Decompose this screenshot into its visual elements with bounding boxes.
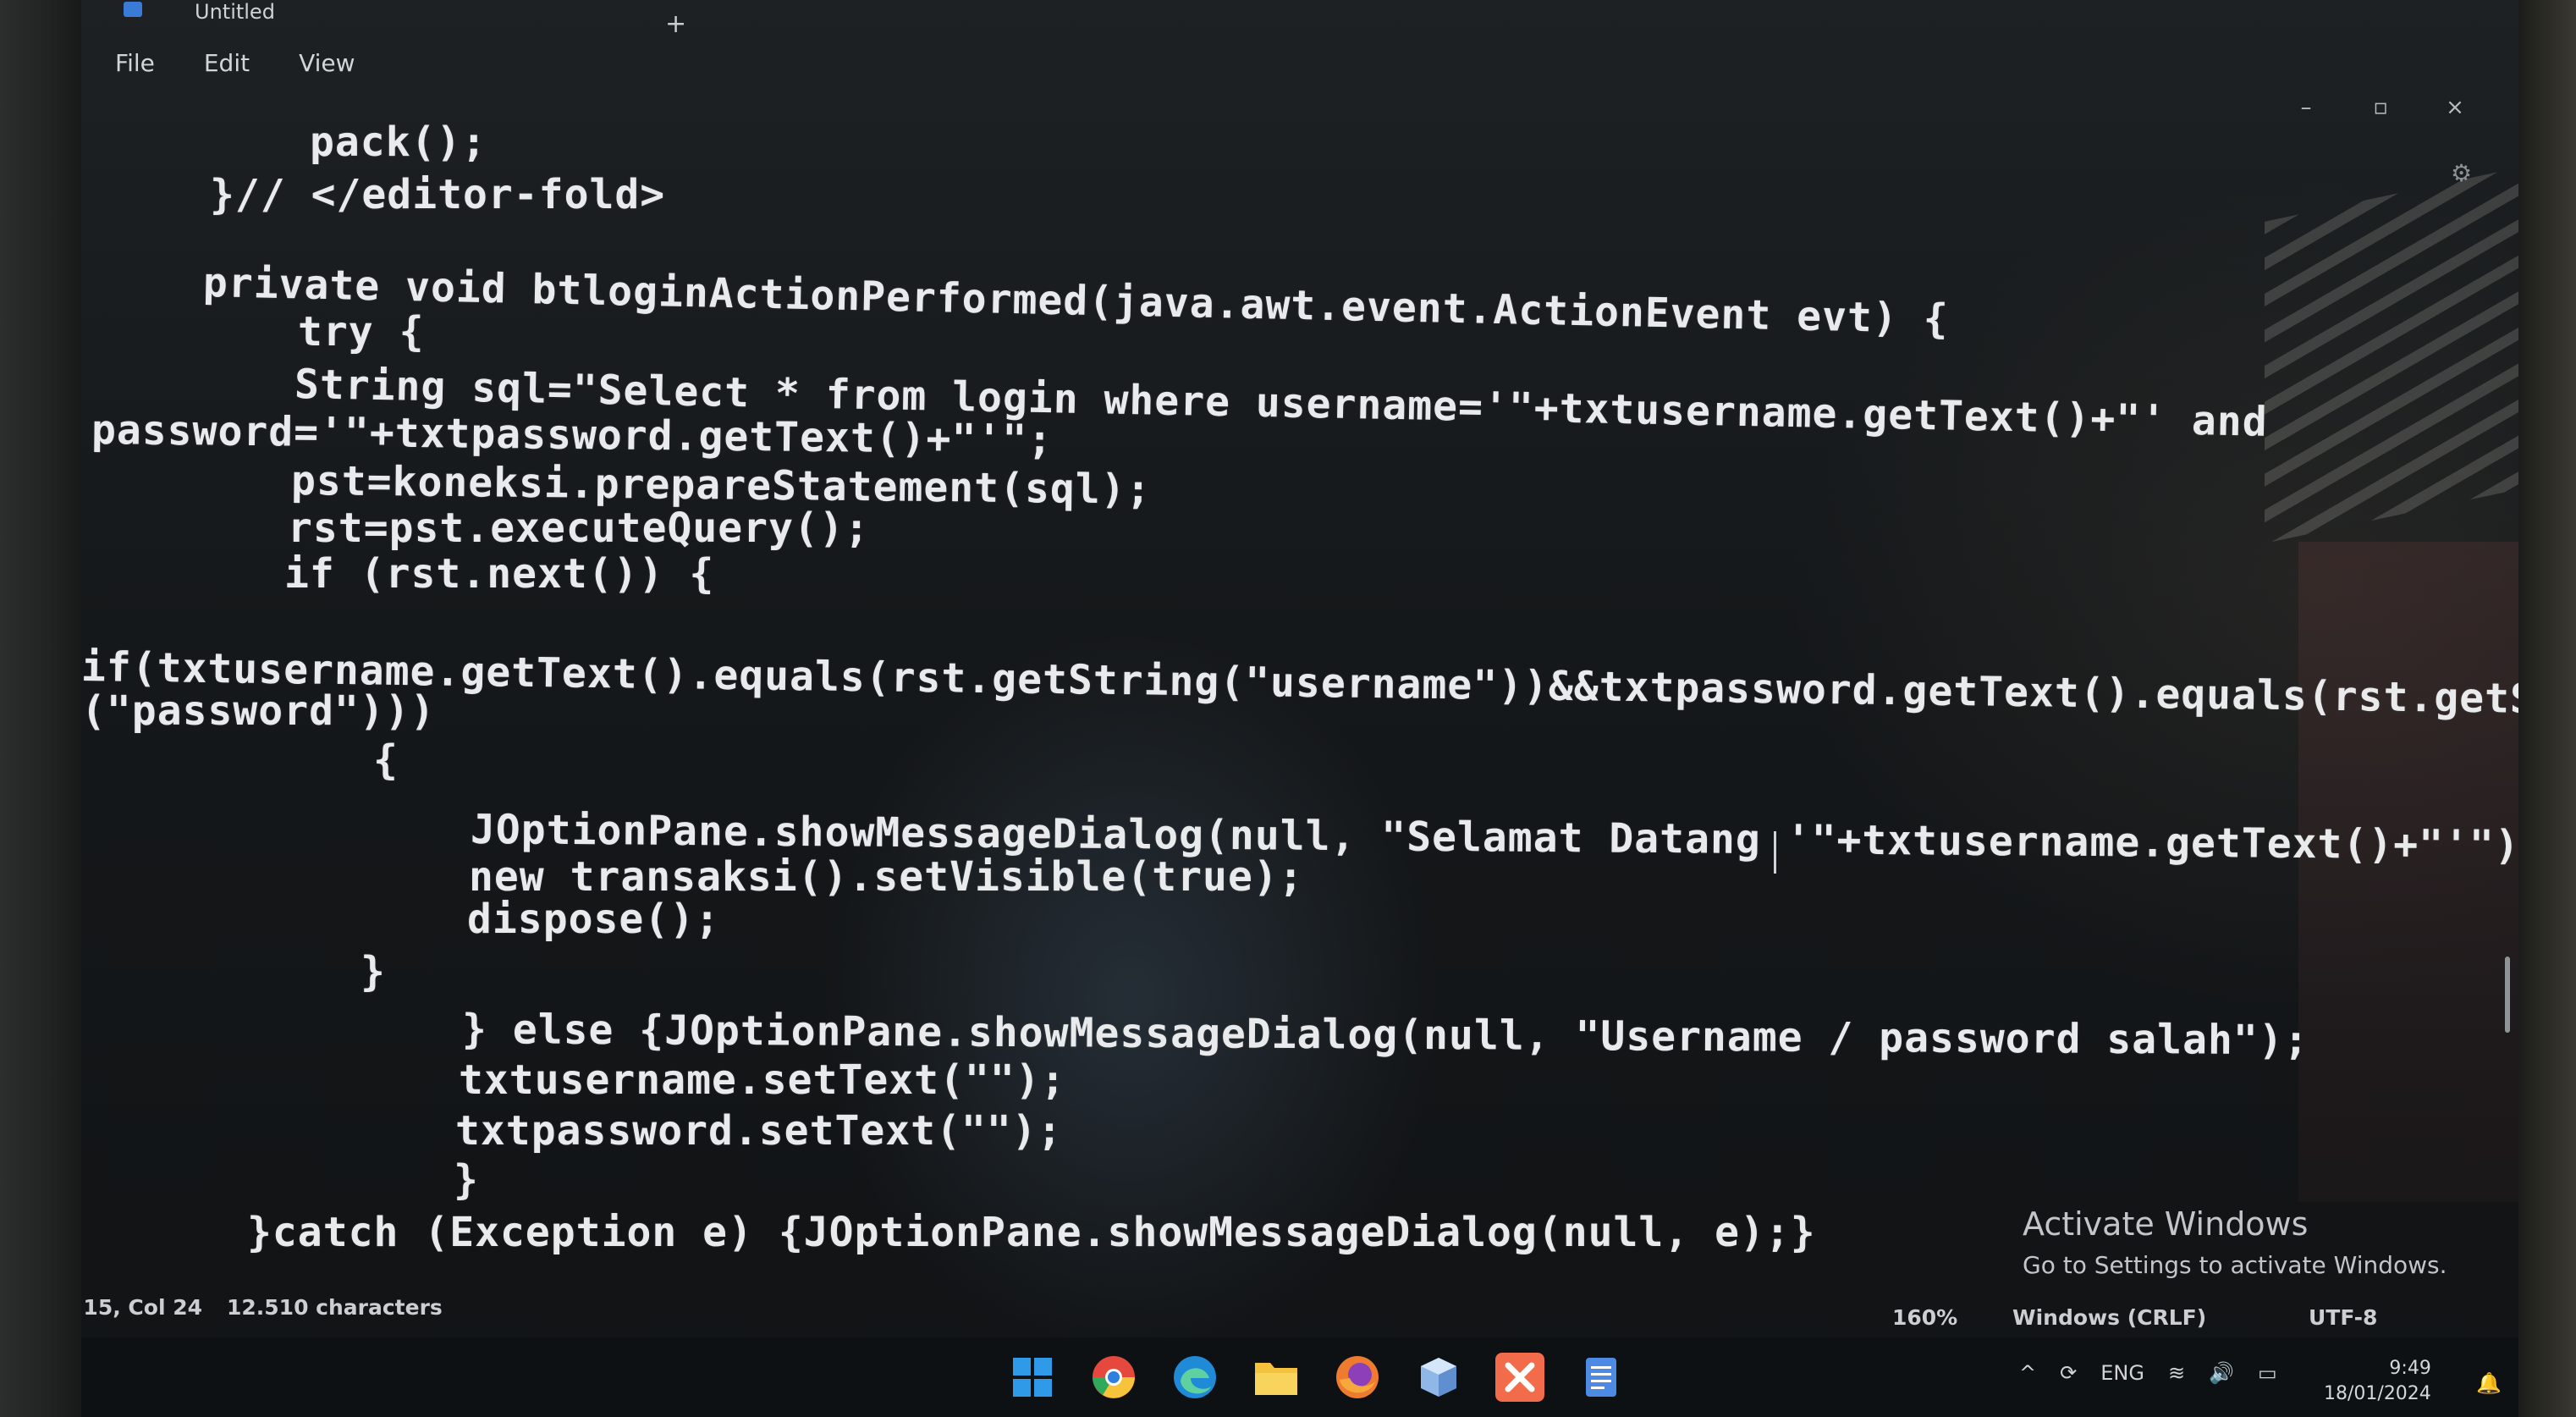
code-line: pack(); xyxy=(310,119,487,166)
language-indicator[interactable]: ENG xyxy=(2100,1361,2144,1385)
code-line: rst=pst.executeQuery(); xyxy=(288,504,870,552)
code-line: }// </editor-fold> xyxy=(210,171,666,218)
firefox-icon[interactable] xyxy=(1333,1353,1382,1402)
code-line: new transaksi().setVisible(true); xyxy=(469,853,1304,901)
screen-bezel-right xyxy=(2513,0,2576,1417)
code-line: ("password"))) xyxy=(81,687,436,735)
notification-bell-icon[interactable]: 🔔 xyxy=(2476,1371,2502,1395)
screen-bezel-left xyxy=(0,0,85,1417)
line-ending[interactable]: Windows (CRLF) xyxy=(2012,1305,2206,1330)
text-editor[interactable]: pack(); }// </editor-fold> private void … xyxy=(81,110,2518,1287)
notepad-icon[interactable] xyxy=(1577,1353,1626,1402)
code-line: password='"+txtpassword.getText()+"'"; xyxy=(91,406,1054,464)
wifi-icon[interactable]: ≋ xyxy=(2168,1361,2185,1385)
menu-view[interactable]: View xyxy=(295,49,358,83)
taskbar-clock[interactable]: 9:49 18/01/2024 xyxy=(2324,1356,2431,1407)
clock-date: 18/01/2024 xyxy=(2324,1383,2431,1404)
code-line: } else {JOptionPane.showMessageDialog(nu… xyxy=(461,1006,2309,1065)
encoding[interactable]: UTF-8 xyxy=(2309,1305,2377,1330)
edge-icon[interactable] xyxy=(1170,1353,1219,1402)
tab-title[interactable]: Untitled xyxy=(195,0,275,24)
menu-bar: File Edit View xyxy=(112,49,359,83)
code-line: if(txtusername.getText().equals(rst.getS… xyxy=(81,643,2518,725)
code-line: try { xyxy=(298,308,425,356)
menu-file[interactable]: File xyxy=(112,49,158,83)
activate-windows-title: Activate Windows xyxy=(2023,1205,2309,1243)
notepad-app-icon xyxy=(124,2,142,17)
code-line: { xyxy=(373,736,399,784)
text-caret xyxy=(1774,831,1776,874)
virtualbox-icon[interactable] xyxy=(1414,1353,1463,1402)
new-tab-button[interactable]: + xyxy=(665,12,686,37)
code-line: private void btloginActionPerformed(java… xyxy=(202,259,1950,344)
activate-windows-subtitle: Go to Settings to activate Windows. xyxy=(2023,1251,2447,1279)
vertical-scrollbar[interactable] xyxy=(2505,957,2510,1033)
volume-icon[interactable]: 🔊 xyxy=(2209,1361,2234,1385)
file-explorer-icon[interactable] xyxy=(1252,1353,1301,1402)
code-line: if (rst.next()) { xyxy=(284,550,715,598)
character-count: 12.510 characters xyxy=(227,1295,443,1320)
taskbar-pinned-apps xyxy=(1008,1353,1626,1402)
xampp-icon[interactable] xyxy=(1495,1353,1544,1402)
code-line: } xyxy=(361,948,386,995)
menu-edit[interactable]: Edit xyxy=(201,49,253,83)
cursor-position: Ln 15, Col 24 xyxy=(81,1295,203,1320)
status-bar: Ln 15, Col 24 12.510 characters 160% Win… xyxy=(81,1287,2518,1330)
tray-overflow-chevron-icon[interactable]: ^ xyxy=(2019,1361,2036,1385)
code-line: txtpassword.setText(""); xyxy=(455,1107,1063,1155)
code-line: } xyxy=(454,1156,479,1204)
title-bar: Untitled + xyxy=(81,0,2518,37)
system-tray: ^ ⟳ ENG ≋ 🔊 ▭ xyxy=(2019,1361,2277,1385)
zoom-level[interactable]: 160% xyxy=(1892,1305,1957,1330)
code-line: }catch (Exception e) {JOptionPane.showMe… xyxy=(247,1209,1816,1256)
battery-icon[interactable]: ▭ xyxy=(2258,1361,2277,1385)
taskbar: ^ ⟳ ENG ≋ 🔊 ▭ 9:49 18/01/2024 🔔 xyxy=(81,1337,2518,1417)
activate-windows-watermark: Activate Windows Go to Settings to activ… xyxy=(2023,1205,2447,1279)
clock-time: 9:49 xyxy=(2389,1358,2431,1379)
code-line: dispose(); xyxy=(467,896,720,943)
code-line: txtusername.setText(""); xyxy=(459,1056,1066,1104)
windows-start-icon[interactable] xyxy=(1008,1353,1057,1402)
notepad-window: Untitled + File Edit View – ▫ × ⚙ pack()… xyxy=(81,0,2518,1417)
sync-icon[interactable]: ⟳ xyxy=(2060,1361,2077,1385)
chrome-icon[interactable] xyxy=(1089,1353,1138,1402)
